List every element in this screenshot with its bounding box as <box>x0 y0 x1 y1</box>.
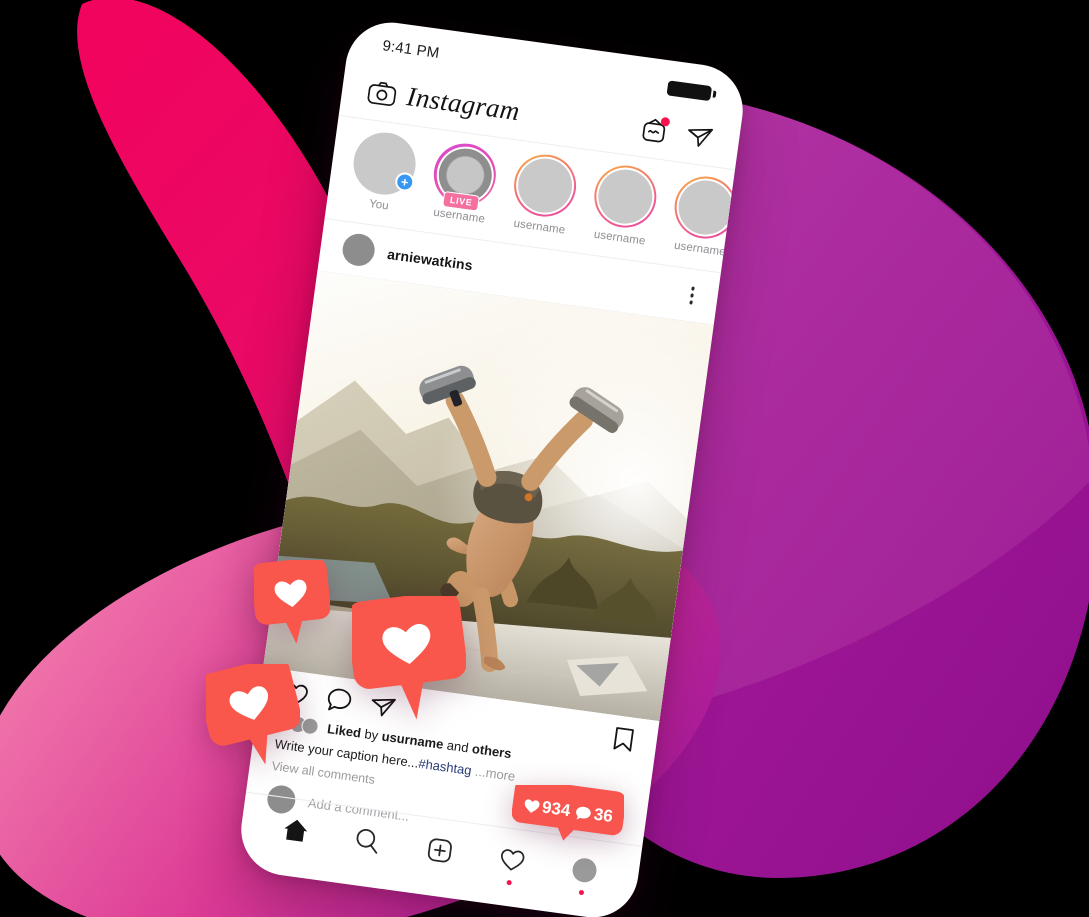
likes-others[interactable]: others <box>471 741 512 761</box>
story-ring <box>670 172 735 243</box>
story-item-live[interactable]: LIVE username <box>425 139 503 226</box>
notification-dot <box>660 116 671 127</box>
floating-like-bubble <box>206 664 300 765</box>
story-item[interactable]: username <box>665 172 735 259</box>
story-item[interactable]: username <box>585 161 663 248</box>
story-item-you[interactable]: + You <box>344 128 422 215</box>
post-author-username[interactable]: arniewatkins <box>386 246 473 274</box>
avatar <box>675 177 735 238</box>
likes-prefix: Liked <box>326 721 363 741</box>
comment-icon <box>576 806 592 820</box>
caption-more-link[interactable]: ...more <box>474 764 516 784</box>
comments-count: 36 <box>592 804 615 827</box>
comment-icon[interactable] <box>325 686 354 715</box>
likes-count: 934 <box>540 797 572 821</box>
story-item[interactable]: username <box>505 150 583 237</box>
bookmark-icon[interactable] <box>611 724 636 754</box>
floating-like-bubble <box>254 560 330 644</box>
search-icon <box>356 828 378 854</box>
story-ring <box>590 161 661 232</box>
status-time: 9:41 PM <box>381 37 441 62</box>
avatar <box>594 166 656 227</box>
story-label: username <box>673 239 727 259</box>
battery-icon <box>666 80 713 102</box>
home-icon <box>284 819 308 842</box>
story-label: username <box>593 228 647 248</box>
story-label: You <box>368 197 390 213</box>
story-label: username <box>512 217 566 237</box>
floating-like-bubble <box>352 596 466 720</box>
notification-dot <box>506 879 512 885</box>
heart-icon <box>500 848 525 870</box>
comments-stat: 36 <box>574 802 614 827</box>
nav-profile-button[interactable] <box>566 852 602 895</box>
nav-activity-button[interactable] <box>494 842 530 885</box>
heart-icon <box>524 798 540 813</box>
nav-home-button[interactable] <box>278 812 314 848</box>
post-author-avatar[interactable] <box>340 231 377 268</box>
nav-add-post-button[interactable] <box>422 832 458 868</box>
more-options-icon[interactable] <box>686 280 697 310</box>
story-ring <box>510 150 581 221</box>
phone-screen: 9:41 PM Instagram + You LIVE username us… <box>235 16 749 917</box>
engagement-stats-badge: 934 36 <box>511 779 626 841</box>
igtv-button[interactable] <box>638 115 671 147</box>
app-title: Instagram <box>404 81 522 127</box>
header-actions <box>638 115 715 153</box>
notification-dot <box>578 889 584 895</box>
phone-mockup: 9:41 PM Instagram + You LIVE username us… <box>235 16 749 917</box>
illustration-canvas: 9:41 PM Instagram + You LIVE username us… <box>0 0 1089 917</box>
camera-icon[interactable] <box>367 79 398 107</box>
likes-by: by <box>363 726 380 743</box>
direct-messages-button[interactable] <box>683 121 715 153</box>
caption-hashtag[interactable]: #hashtag <box>418 756 473 778</box>
likes-stat: 934 <box>522 795 572 821</box>
send-icon <box>687 128 713 147</box>
post-photo[interactable] <box>263 270 714 722</box>
plus-square-icon <box>427 837 452 862</box>
avatar <box>514 155 576 216</box>
avatar-icon <box>570 856 598 884</box>
nav-search-button[interactable] <box>350 822 386 858</box>
likes-and: and <box>445 737 470 756</box>
